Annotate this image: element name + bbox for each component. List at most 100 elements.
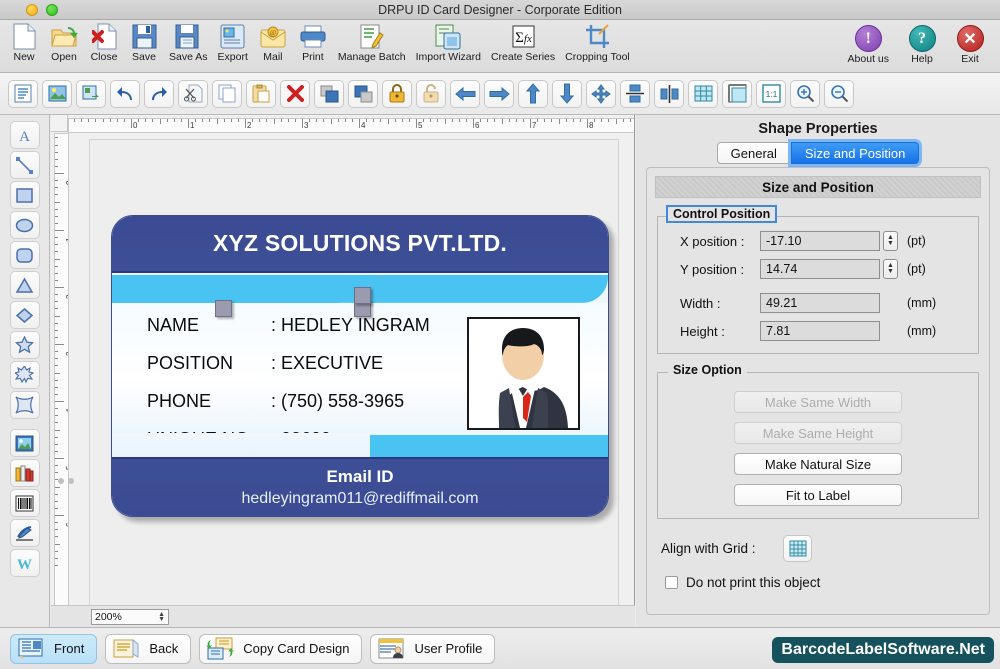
tool-button-star[interactable] (9, 331, 40, 359)
text-tool-icon: A (16, 127, 33, 144)
toolbar-button-new[interactable]: New (4, 22, 44, 63)
edit-button-image-object[interactable] (42, 79, 72, 108)
edit-button-grid[interactable] (688, 79, 718, 108)
edit-button-undo[interactable] (110, 79, 140, 108)
toolbar-button-import-wizard[interactable]: Import Wizard (411, 22, 486, 63)
edit-button-text-object[interactable] (8, 79, 38, 108)
tool-button-four-point-star[interactable] (9, 391, 40, 419)
do-not-print-row[interactable]: Do not print this object (665, 575, 989, 590)
copy-card-icon (206, 637, 235, 660)
toolbar-button-create-series[interactable]: Σfx Create Series (486, 22, 560, 63)
id-card-field-row[interactable]: POSITION : EXECUTIVE (147, 353, 430, 374)
tab-size-and-position[interactable]: Size and Position (790, 142, 920, 164)
toolbar-button-save[interactable]: Save (124, 22, 164, 63)
edit-button-cut[interactable] (178, 79, 208, 108)
selection-handle-middle-top[interactable] (354, 287, 371, 304)
id-card[interactable]: XYZ SOLUTIONS PVT.LTD. NAME : HEDLEY ING… (111, 215, 609, 517)
zoom-level-selector[interactable]: 200% ▲ ▼ (91, 608, 169, 625)
toolbar-button-print[interactable]: Print (293, 22, 333, 63)
tool-button-text[interactable]: A (9, 121, 40, 149)
tool-button-triangle[interactable] (9, 271, 40, 299)
make-natural-size-button[interactable]: Make Natural Size (734, 453, 902, 475)
design-canvas[interactable]: 0 1 2 3 4 5 6 7 8 0 1 2 3 4 5 6 XYZ SOLUTIONS PVT.LTD.… (51, 115, 635, 627)
toolbar-button-cropping-tool[interactable]: Cropping Tool (560, 22, 635, 63)
ruler-tick-minor (55, 294, 58, 296)
edit-button-zoom-in[interactable] (790, 79, 820, 108)
control-position-legend: Control Position (665, 205, 778, 223)
edit-button-align-right[interactable] (484, 79, 514, 108)
user-profile-button[interactable]: User Profile (370, 633, 496, 664)
edit-button-paste[interactable] (246, 79, 276, 108)
edit-button-send-to-back[interactable] (348, 79, 378, 108)
tool-button-barcode-books[interactable] (9, 459, 40, 487)
back-side-button[interactable]: Back (105, 633, 192, 664)
toolbar-button-mail[interactable]: @ Mail (253, 22, 293, 63)
input-width[interactable]: 49.21 (760, 293, 880, 313)
make-same-height-button[interactable]: Make Same Height (734, 422, 902, 444)
copy-card-design-button[interactable]: Copy Card Design (199, 633, 363, 664)
stepper-y-position[interactable]: ▲ ▼ (883, 259, 898, 279)
input-height[interactable]: 7.81 (760, 321, 880, 341)
id-card-company-name: XYZ SOLUTIONS PVT.LTD. (212, 230, 508, 256)
input-x-position[interactable]: -17.10 (760, 231, 880, 251)
id-card-field-row[interactable]: NAME : HEDLEY INGRAM (147, 315, 430, 336)
input-y-position[interactable]: 14.74 (760, 259, 880, 279)
toolbar-button-close[interactable]: Close (84, 22, 124, 63)
edit-button-insert-image[interactable] (76, 79, 106, 108)
toolbar-button-help[interactable]: ? Help (898, 24, 946, 65)
edit-button-unlock[interactable] (416, 79, 446, 108)
tool-button-picture[interactable] (9, 429, 40, 457)
do-not-print-checkbox[interactable] (665, 576, 678, 589)
selection-handle-left[interactable] (215, 300, 232, 317)
edit-button-align-left[interactable] (450, 79, 480, 108)
id-card-header[interactable]: XYZ SOLUTIONS PVT.LTD. (112, 216, 608, 273)
edit-button-align-top[interactable] (518, 79, 548, 108)
edit-button-redo[interactable] (144, 79, 174, 108)
star-tool-icon (15, 336, 34, 354)
ruler-label: 3 (65, 352, 68, 356)
toolbar-button-about-us[interactable]: ! About us (839, 24, 898, 65)
tool-button-signature[interactable] (9, 519, 40, 547)
tool-button-watermark[interactable]: W (9, 549, 40, 577)
tool-button-rectangle[interactable] (9, 181, 40, 209)
tool-button-rounded-rectangle[interactable] (9, 241, 40, 269)
edit-button-page-setup[interactable] (722, 79, 752, 108)
toolbar-button-manage-batch[interactable]: Manage Batch (333, 22, 411, 63)
toolbar-button-save-as[interactable]: Save As (164, 22, 213, 63)
edit-button-delete[interactable] (280, 79, 310, 108)
front-side-button[interactable]: Front (10, 633, 98, 664)
canvas-gutter-grip[interactable] (58, 478, 74, 484)
edit-button-actual-size[interactable]: 1:1 (756, 79, 786, 108)
zoom-stepper-icon[interactable]: ▲ ▼ (158, 611, 165, 623)
edit-button-bring-to-front[interactable] (314, 79, 344, 108)
id-card-footer[interactable]: Email ID hedleyingram011@rediffmail.com (112, 457, 608, 516)
tool-button-barcode[interactable] (9, 489, 40, 517)
edit-button-center-horizontal[interactable] (620, 79, 650, 108)
edit-button-copy[interactable] (212, 79, 242, 108)
id-card-photo[interactable] (467, 317, 580, 430)
edit-button-align-bottom[interactable] (552, 79, 582, 108)
toolbar-button-exit[interactable]: ✕ Exit (946, 24, 994, 65)
ruler-tick-minor (55, 301, 58, 303)
tool-button-diamond[interactable] (9, 301, 40, 329)
tool-button-burst[interactable] (9, 361, 40, 389)
signature-tool-icon (15, 525, 34, 542)
id-card-field-row[interactable]: PHONE : (750) 558-3965 (147, 391, 430, 412)
four-point-star-tool-icon (15, 396, 34, 414)
zoom-out-icon (830, 84, 849, 103)
toolbar-button-open[interactable]: Open (44, 22, 84, 63)
edit-button-zoom-out[interactable] (824, 79, 854, 108)
make-same-width-button[interactable]: Make Same Width (734, 391, 902, 413)
id-card-container[interactable]: XYZ SOLUTIONS PVT.LTD. NAME : HEDLEY ING… (111, 215, 614, 522)
align-with-grid-button[interactable] (783, 535, 812, 562)
tool-button-ellipse[interactable] (9, 211, 40, 239)
fit-to-label-button[interactable]: Fit to Label (734, 484, 902, 506)
edit-button-lock[interactable] (382, 79, 412, 108)
tab-general[interactable]: General (716, 142, 791, 164)
toolbar-button-export[interactable]: Export (213, 22, 253, 63)
edit-button-center-both[interactable] (586, 79, 616, 108)
id-card-body: NAME : HEDLEY INGRAM POSITION : EXECUTIV… (112, 303, 608, 449)
stepper-x-position[interactable]: ▲ ▼ (883, 231, 898, 251)
edit-button-center-vertical[interactable] (654, 79, 684, 108)
tool-button-line[interactable] (9, 151, 40, 179)
